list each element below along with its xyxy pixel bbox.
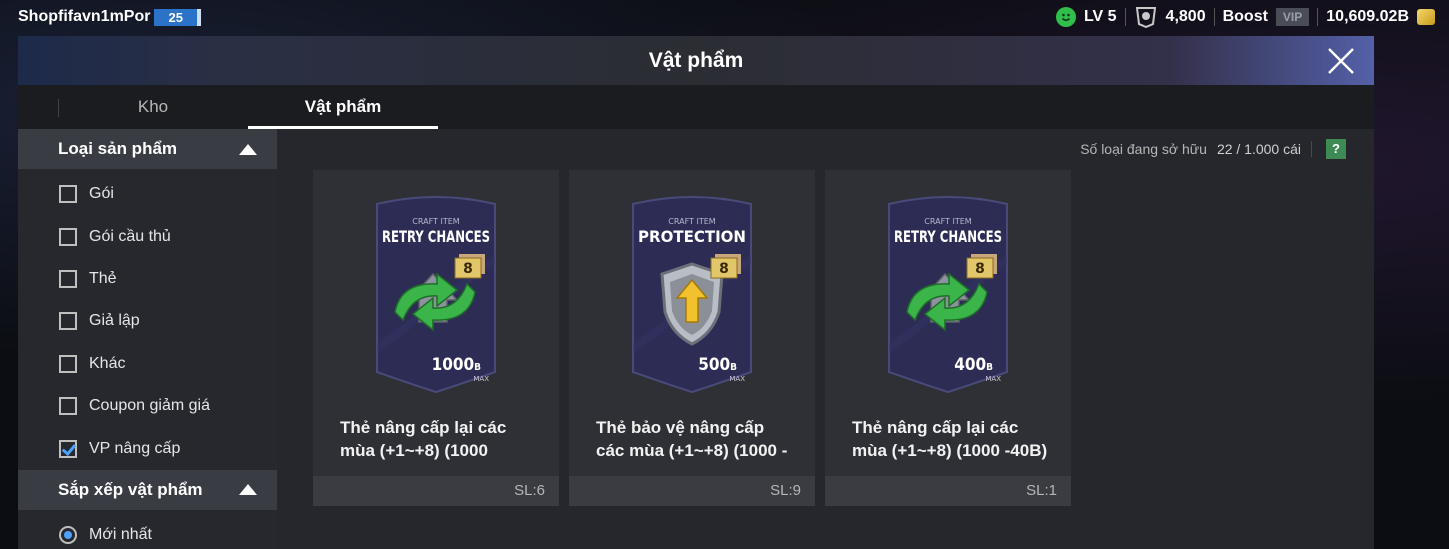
items-panel: Số loại đang sở hữu 22 / 1.000 cái ? CRA…	[277, 129, 1374, 549]
checkbox[interactable]	[59, 185, 77, 204]
svg-text:MAX: MAX	[985, 375, 1001, 383]
svg-text:RETRY CHANCES: RETRY CHANCES	[382, 227, 490, 246]
owned-label: Số loại đang sở hữu	[1080, 141, 1207, 157]
svg-text:CRAFT ITEM: CRAFT ITEM	[668, 217, 715, 226]
team-value: 4,800	[1165, 8, 1206, 25]
smile-icon	[1055, 7, 1076, 27]
filter-label: Coupon giảm giá	[89, 397, 210, 415]
filter-item-card[interactable]: Thẻ	[18, 258, 277, 300]
filter-label: VP nâng cấp	[89, 439, 181, 457]
filter-item-other[interactable]: Khác	[18, 343, 277, 385]
checkbox[interactable]	[59, 397, 77, 416]
retry-card-art: CRAFT ITEM RETRY CHANCES 8 400B MAX	[888, 196, 1008, 394]
divider	[1317, 8, 1319, 26]
triangle-up-icon	[239, 484, 257, 496]
product-type-header[interactable]: Loại sản phẩm	[18, 129, 277, 169]
currency-bar: LV 5 4,800 Boost VIP 10,609.02B	[1055, 6, 1435, 28]
owned-count-row: Số loại đang sở hữu 22 / 1.000 cái ?	[1080, 139, 1346, 159]
svg-text:RETRY CHANCES: RETRY CHANCES	[894, 227, 1002, 246]
filter-label: Thẻ	[89, 269, 117, 287]
sort-label: Mới nhất	[89, 525, 152, 543]
checkbox[interactable]	[59, 227, 77, 246]
filter-label: Gói	[89, 185, 114, 203]
coin-icon	[1417, 9, 1435, 25]
filter-item-simulation[interactable]: Giả lập	[18, 300, 277, 342]
divider	[1213, 8, 1215, 26]
top-bar: Shopfifavn1mPor 25 LV 5 4,800 Boost VIP …	[0, 0, 1449, 34]
filter-item-pack[interactable]: Gói	[18, 173, 277, 215]
item-quantity: SL:6	[313, 476, 559, 506]
level-badge: 8	[710, 254, 741, 279]
items-window: Vật phẩm Kho Vật phẩm Loại sản phẩm Gói …	[18, 36, 1374, 549]
help-icon[interactable]: ?	[1326, 139, 1346, 159]
item-name: Thẻ nâng cấp lại các mùa (+1~+8) (1000 -…	[852, 418, 1048, 460]
item-quantity: SL:1	[825, 476, 1071, 506]
protection-card-art: CRAFT ITEM PROTECTION 8 500B MAX	[632, 196, 752, 394]
item-card[interactable]: CRAFT ITEM RETRY CHANCES 8 1000B MAX Thẻ…	[313, 170, 559, 506]
filter-sidebar: Loại sản phẩm Gói Gói cầu thủ Thẻ Giả lậ…	[18, 129, 277, 549]
filter-item-coupon[interactable]: Coupon giảm giá	[18, 385, 277, 427]
item-quantity: SL:9	[569, 476, 815, 506]
close-button[interactable]	[1326, 46, 1356, 76]
username: Shopfifavn1mPor	[18, 8, 151, 25]
svg-text:8: 8	[975, 261, 985, 277]
svg-text:1000B: 1000B	[432, 355, 482, 375]
svg-text:PROTECTION: PROTECTION	[638, 227, 746, 246]
checkbox[interactable]	[59, 312, 77, 331]
user-info: Shopfifavn1mPor 25	[18, 8, 201, 26]
svg-text:8: 8	[463, 261, 473, 277]
item-grid: CRAFT ITEM RETRY CHANCES 8 1000B MAX Thẻ…	[313, 170, 1071, 506]
sort-item-newest[interactable]: Mới nhất	[18, 514, 277, 549]
triangle-up-icon	[239, 143, 257, 155]
svg-text:MAX: MAX	[729, 375, 745, 383]
bp-balance: 10,609.02B	[1326, 8, 1409, 25]
svg-text:8: 8	[719, 261, 729, 277]
close-icon	[1328, 48, 1354, 74]
window-title: Vật phẩm	[648, 48, 744, 72]
tab-storage[interactable]: Kho	[58, 85, 248, 129]
sort-header[interactable]: Sắp xếp vật phẩm	[18, 469, 277, 510]
divider	[1311, 141, 1312, 157]
radio-selected[interactable]	[59, 525, 77, 544]
team-icon	[1134, 6, 1158, 28]
sort-list: Mới nhất	[18, 510, 277, 549]
checkbox-checked[interactable]	[59, 439, 77, 458]
vip-badge[interactable]: VIP	[1275, 8, 1310, 26]
sort-title: Sắp xếp vật phẩm	[58, 479, 203, 499]
checkbox[interactable]	[59, 354, 77, 373]
product-type-list: Gói Gói cầu thủ Thẻ Giả lập Khác Coupon …	[18, 169, 277, 470]
product-type-title: Loại sản phẩm	[58, 139, 178, 158]
svg-text:MAX: MAX	[473, 375, 489, 383]
user-level-badge: 25	[154, 8, 201, 26]
manager-level: LV 5	[1083, 8, 1117, 25]
filter-label: Gói cầu thủ	[89, 227, 171, 245]
retry-card-art: CRAFT ITEM RETRY CHANCES 8 1000B MAX	[376, 196, 496, 394]
tab-bar: Kho Vật phẩm	[18, 85, 1374, 129]
svg-text:CRAFT ITEM: CRAFT ITEM	[924, 217, 971, 226]
item-card[interactable]: CRAFT ITEM PROTECTION 8 500B MAX Thẻ bảo…	[569, 170, 815, 506]
filter-item-player-pack[interactable]: Gói cầu thủ	[18, 215, 277, 257]
boost-label[interactable]: Boost	[1223, 8, 1268, 26]
filter-item-upgrade-items[interactable]: VP nâng cấp	[18, 427, 277, 469]
item-card[interactable]: CRAFT ITEM RETRY CHANCES 8 400B MAX Thẻ …	[825, 170, 1071, 506]
window-header: Vật phẩm	[18, 36, 1374, 85]
level-badge: 8	[454, 254, 485, 279]
svg-text:CRAFT ITEM: CRAFT ITEM	[412, 217, 459, 226]
item-name: Thẻ bảo vệ nâng cấp các mùa (+1~+8) (100…	[596, 418, 788, 460]
checkbox[interactable]	[59, 269, 77, 288]
divider	[1124, 8, 1126, 26]
item-name: Thẻ nâng cấp lại các mùa (+1~+8) (1000 -…	[340, 418, 507, 460]
filter-label: Giả lập	[89, 312, 140, 330]
owned-count: 22 / 1.000 cái	[1216, 141, 1301, 157]
level-badge: 8	[966, 254, 997, 279]
tab-items[interactable]: Vật phẩm	[248, 85, 438, 129]
filter-label: Khác	[89, 354, 126, 372]
